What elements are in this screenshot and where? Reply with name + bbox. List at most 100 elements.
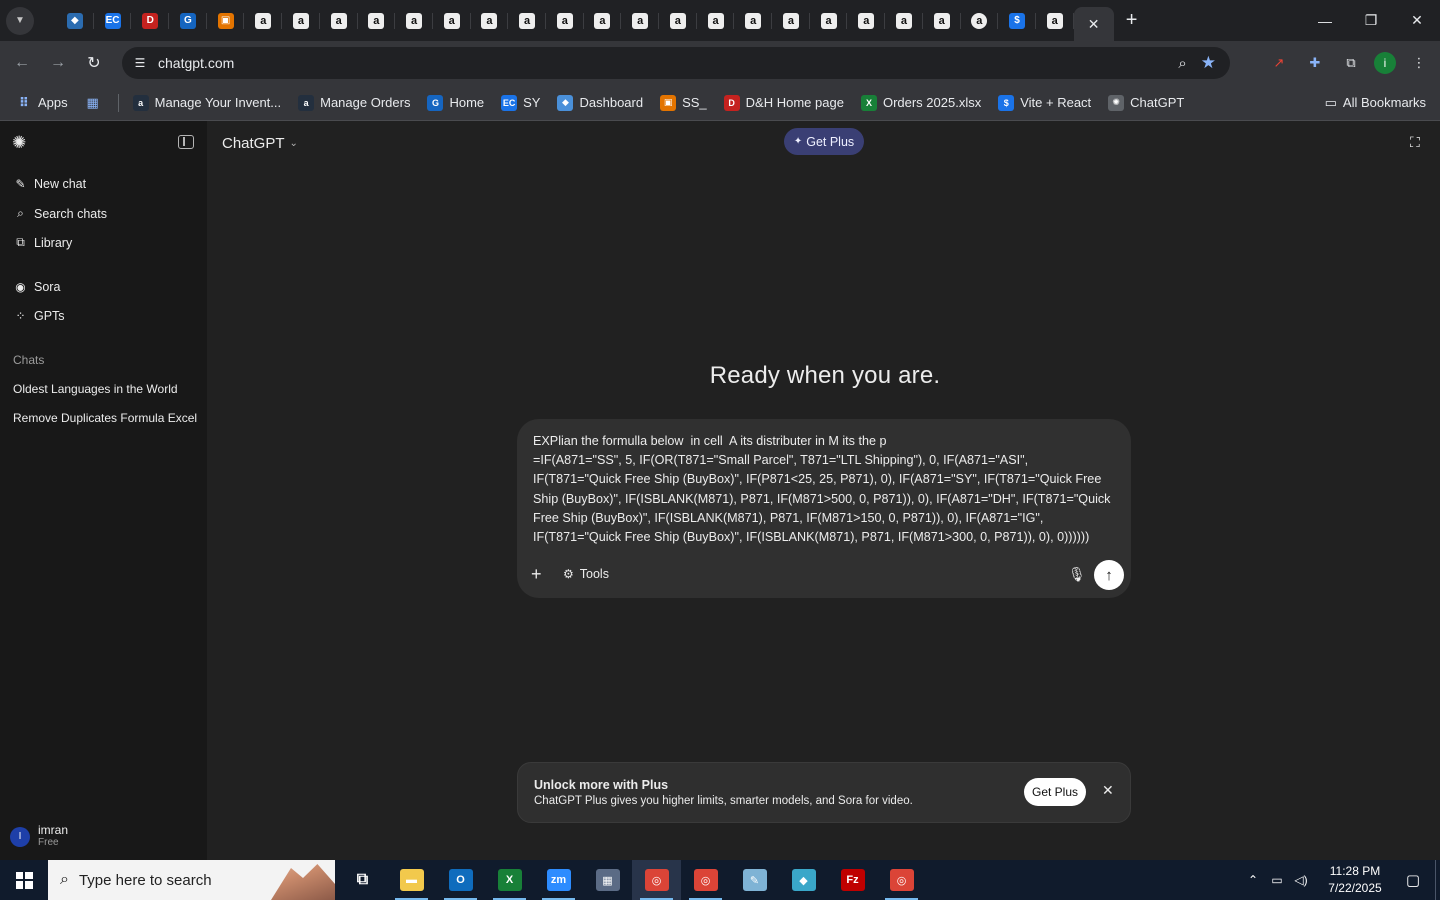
notifications-icon[interactable]: ▢: [1391, 871, 1435, 889]
bookmark-item[interactable]: ◆ Dashboard: [557, 94, 643, 111]
sidebar-item-new-chat[interactable]: ✎ New chat: [14, 177, 86, 191]
bookmark-item[interactable]: EC SY: [501, 94, 540, 111]
minimize-icon[interactable]: —: [1302, 0, 1348, 41]
user-account[interactable]: I imran Free: [10, 824, 68, 849]
browser-tab[interactable]: a: [471, 0, 509, 41]
volume-icon[interactable]: ◁): [1289, 873, 1313, 887]
taskbar-app[interactable]: O: [436, 860, 485, 900]
browser-tab[interactable]: $: [998, 0, 1036, 41]
sidebar-item-sora[interactable]: ◉ Sora: [14, 280, 60, 294]
extension-puzzle-blue-icon[interactable]: ✚: [1302, 50, 1328, 76]
bookmark-item[interactable]: a Manage Your Invent...: [132, 94, 281, 111]
browser-tab[interactable]: a: [847, 0, 885, 41]
browser-tab[interactable]: a: [358, 0, 396, 41]
browser-tab[interactable]: ▣: [207, 0, 245, 41]
browser-tab[interactable]: a: [923, 0, 961, 41]
browser-tab[interactable]: a: [961, 0, 999, 41]
extensions-puzzle-icon[interactable]: ⧉: [1338, 50, 1364, 76]
url-text[interactable]: chatgpt.com: [158, 55, 234, 71]
browser-tab[interactable]: a: [508, 0, 546, 41]
composer[interactable]: EXPlian the formulla below in cell A its…: [517, 419, 1131, 598]
site-info-icon[interactable]: ☰: [126, 56, 154, 70]
taskbar-app[interactable]: ◆: [779, 860, 828, 900]
bookmark-item[interactable]: $ Vite + React: [998, 94, 1091, 111]
bookmark-item[interactable]: ▣ SS_: [660, 94, 707, 111]
chevron-up-icon[interactable]: ⌃: [1241, 873, 1265, 887]
prompt-input[interactable]: EXPlian the formulla below in cell A its…: [533, 432, 1119, 547]
browser-tab[interactable]: a: [244, 0, 282, 41]
taskbar-app[interactable]: ✎: [730, 860, 779, 900]
reload-icon[interactable]: ↻: [76, 45, 112, 81]
browser-tab[interactable]: a: [433, 0, 471, 41]
close-window-icon[interactable]: ✕: [1394, 0, 1440, 41]
browser-tab[interactable]: D: [131, 0, 169, 41]
taskbar-app[interactable]: X: [485, 860, 534, 900]
bookmark-item[interactable]: ▦: [85, 95, 101, 111]
extension-red-arrow-icon[interactable]: ↗: [1266, 50, 1292, 76]
chrome-menu-icon[interactable]: ⋮: [1406, 50, 1432, 76]
chat-history-item[interactable]: Oldest Languages in the World: [13, 382, 178, 396]
taskbar-app[interactable]: ◎: [877, 860, 926, 900]
taskbar-app[interactable]: zm: [534, 860, 583, 900]
taskbar-app[interactable]: ▦: [583, 860, 632, 900]
taskbar-app[interactable]: ⧉: [338, 860, 387, 900]
taskbar-app[interactable]: ◎: [632, 860, 681, 900]
tab-search-chevron-icon[interactable]: ▼: [6, 6, 34, 35]
address-bar[interactable]: ☰ chatgpt.com ⌕ ★: [122, 47, 1230, 79]
browser-tab[interactable]: a: [395, 0, 433, 41]
chatgpt-logo-icon[interactable]: ✺: [12, 133, 32, 153]
browser-tab[interactable]: a: [282, 0, 320, 41]
browser-tab[interactable]: a: [810, 0, 848, 41]
browser-tab[interactable]: a: [885, 0, 923, 41]
bookmark-item[interactable]: a Manage Orders: [298, 94, 410, 111]
back-icon[interactable]: ←: [4, 45, 40, 81]
bookmark-item[interactable]: ✺ ChatGPT: [1108, 94, 1184, 111]
taskbar-search[interactable]: ⌕ Type here to search: [48, 860, 335, 900]
close-sidebar-icon[interactable]: [178, 135, 194, 149]
close-icon[interactable]: ✕: [1102, 782, 1114, 799]
tab-active-close-icon[interactable]: ✕: [1073, 7, 1114, 41]
browser-tab[interactable]: a: [320, 0, 358, 41]
taskbar-app[interactable]: ▬: [387, 860, 436, 900]
profile-avatar[interactable]: i: [1374, 52, 1396, 74]
browser-tab[interactable]: a: [659, 0, 697, 41]
new-tab-button[interactable]: +: [1114, 0, 1150, 41]
microphone-icon[interactable]: 🎙: [1068, 566, 1086, 583]
browser-tab[interactable]: a: [697, 0, 735, 41]
show-desktop-button[interactable]: [1435, 860, 1440, 900]
all-bookmarks[interactable]: ▭ All Bookmarks: [1325, 95, 1426, 111]
sidebar-item-library[interactable]: ⧉ Library: [14, 235, 72, 250]
browser-tab[interactable]: ◆: [56, 0, 94, 41]
upsell-get-plus-button[interactable]: Get Plus: [1024, 778, 1086, 806]
browser-tab[interactable]: EC: [94, 0, 132, 41]
browser-tab[interactable]: a: [546, 0, 584, 41]
restore-icon[interactable]: ❐: [1348, 0, 1394, 41]
bookmark-star-icon[interactable]: ★: [1201, 53, 1216, 73]
browser-tab[interactable]: a: [584, 0, 622, 41]
get-plus-button[interactable]: ✦ Get Plus: [784, 128, 864, 155]
bookmark-item[interactable]: X Orders 2025.xlsx: [860, 94, 981, 111]
add-attachment-icon[interactable]: +: [531, 565, 549, 583]
send-button[interactable]: ↑: [1094, 560, 1124, 590]
browser-tab[interactable]: a: [1036, 0, 1074, 41]
bookmark-item[interactable]: ⠿ Apps: [16, 95, 68, 111]
model-selector[interactable]: ChatGPT ⌄: [222, 135, 298, 152]
bookmark-item[interactable]: G Home: [427, 94, 484, 111]
tools-button[interactable]: ⚙ Tools: [563, 567, 609, 581]
bookmark-item[interactable]: D D&H Home page: [723, 94, 844, 111]
browser-tab[interactable]: G: [169, 0, 207, 41]
zoom-icon[interactable]: ⌕: [1178, 55, 1186, 72]
start-button[interactable]: [0, 860, 48, 900]
temporary-chat-icon[interactable]: ⛶: [1410, 134, 1426, 150]
browser-tab[interactable]: a: [772, 0, 810, 41]
sidebar-item-search-chats[interactable]: ⌕ Search chats: [14, 206, 107, 221]
browser-tab[interactable]: a: [734, 0, 772, 41]
taskbar-app[interactable]: Fz: [828, 860, 877, 900]
network-icon[interactable]: ▭: [1265, 873, 1289, 887]
browser-tab[interactable]: a: [621, 0, 659, 41]
chat-history-item[interactable]: Remove Duplicates Formula Excel: [13, 411, 197, 425]
forward-icon[interactable]: →: [40, 45, 76, 81]
taskbar-app[interactable]: ◎: [681, 860, 730, 900]
clock[interactable]: 11:28 PM 7/22/2025: [1319, 863, 1391, 897]
sidebar-item-gpts[interactable]: ⁘ GPTs: [14, 309, 64, 323]
